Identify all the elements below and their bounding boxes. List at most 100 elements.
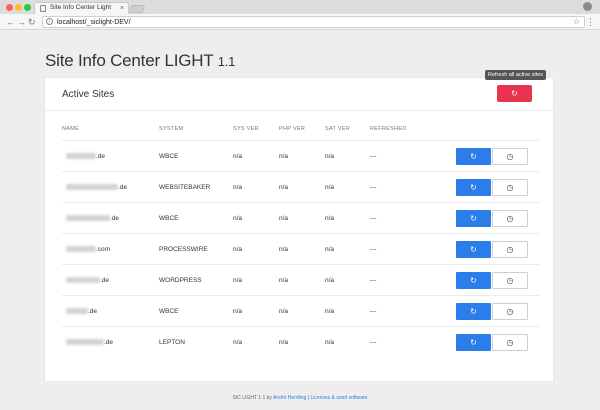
site-refreshed: --- <box>370 277 377 284</box>
browser-window: Site Info Center Light × ← → ↻ i localho… <box>0 0 600 410</box>
site-sat-ver: n/a <box>325 153 335 160</box>
license-link[interactable]: Licenses & used software <box>310 395 367 401</box>
refresh-all-tooltip: Refresh all active sites <box>485 70 547 80</box>
clock-icon: ◷ <box>506 214 514 223</box>
tab-close-icon[interactable]: × <box>120 4 124 14</box>
table-row: .de WBCE n/a n/a n/a --- ↻ ◷ <box>62 295 540 326</box>
history-button[interactable]: ◷ <box>492 272 528 289</box>
site-name: .de <box>66 308 97 315</box>
site-system: LEPTON <box>159 339 185 346</box>
column-header-system: SYSTEM <box>159 126 184 132</box>
minimize-window-button[interactable] <box>15 4 22 11</box>
new-tab-button[interactable] <box>128 5 146 13</box>
column-header-sys-ver: SYS VER <box>233 126 259 132</box>
browser-menu-icon[interactable]: ⋮ <box>586 16 595 28</box>
info-icon[interactable]: i <box>46 18 53 25</box>
column-header-php-ver: PHP VER <box>279 126 306 132</box>
clock-icon: ◷ <box>506 276 514 285</box>
site-system: WORDPRESS <box>159 277 202 284</box>
site-sat-ver: n/a <box>325 246 335 253</box>
site-sat-ver: n/a <box>325 339 335 346</box>
refresh-icon: ↻ <box>470 214 477 223</box>
site-name: .de <box>66 184 127 191</box>
refresh-site-button[interactable]: ↻ <box>456 179 491 196</box>
redacted-name <box>66 153 96 160</box>
back-icon[interactable]: ← <box>6 16 15 28</box>
site-name: .com <box>66 246 110 253</box>
page-content: Site Info Center LIGHT 1.1 Active Sites … <box>0 31 600 410</box>
site-name: .de <box>66 277 109 284</box>
history-button[interactable]: ◷ <box>492 241 528 258</box>
close-window-button[interactable] <box>6 4 13 11</box>
history-button[interactable]: ◷ <box>492 210 528 227</box>
maximize-window-button[interactable] <box>24 4 31 11</box>
refresh-icon: ↻ <box>470 276 477 285</box>
site-sat-ver: n/a <box>325 184 335 191</box>
clock-icon: ◷ <box>506 245 514 254</box>
refresh-icon: ↻ <box>470 338 477 347</box>
site-php-ver: n/a <box>279 246 289 253</box>
history-button[interactable]: ◷ <box>492 303 528 320</box>
refresh-icon: ↻ <box>470 307 477 316</box>
page-title: Site Info Center LIGHT 1.1 <box>45 51 235 71</box>
table-row: .de LEPTON n/a n/a n/a --- ↻ ◷ <box>62 326 540 357</box>
history-button[interactable]: ◷ <box>492 334 528 351</box>
browser-tab[interactable]: Site Info Center Light × <box>34 2 129 14</box>
refresh-site-button[interactable]: ↻ <box>456 210 491 227</box>
site-php-ver: n/a <box>279 215 289 222</box>
refresh-site-button[interactable]: ↻ <box>456 148 491 165</box>
column-header-sat-ver: SAT VER <box>325 126 351 132</box>
history-button[interactable]: ◷ <box>492 148 528 165</box>
page-footer: SIC LIGHT 1.1 by André Herdling | Licens… <box>0 395 600 401</box>
site-sys-ver: n/a <box>233 308 243 315</box>
site-name: .de <box>66 153 105 160</box>
site-refreshed: --- <box>370 215 377 222</box>
site-system: WBCE <box>159 308 179 315</box>
table-row: .de WEBSITEBAKER n/a n/a n/a --- ↻ ◷ <box>62 171 540 202</box>
site-php-ver: n/a <box>279 339 289 346</box>
redacted-name <box>66 339 104 346</box>
tab-bar: Site Info Center Light × <box>0 0 600 14</box>
redacted-name <box>66 308 88 315</box>
refresh-all-button[interactable]: ↻ <box>497 85 532 102</box>
card-header: Active Sites Refresh all active sites ↻ <box>45 70 553 111</box>
site-sat-ver: n/a <box>325 215 335 222</box>
site-sat-ver: n/a <box>325 277 335 284</box>
history-button[interactable]: ◷ <box>492 179 528 196</box>
table-row: .com PROCESSWIRE n/a n/a n/a --- ↻ ◷ <box>62 233 540 264</box>
redacted-name <box>66 277 100 284</box>
site-name: .de <box>66 215 119 222</box>
redacted-name <box>66 184 118 191</box>
page-title-version: 1.1 <box>217 54 236 69</box>
site-sys-ver: n/a <box>233 184 243 191</box>
refresh-site-button[interactable]: ↻ <box>456 303 491 320</box>
reload-icon[interactable]: ↻ <box>28 16 36 28</box>
site-system: WBCE <box>159 215 179 222</box>
tab-title: Site Info Center Light <box>50 4 112 11</box>
site-php-ver: n/a <box>279 184 289 191</box>
refresh-site-button[interactable]: ↻ <box>456 334 491 351</box>
author-link[interactable]: André Herdling <box>273 395 306 401</box>
address-bar[interactable]: i localhost/_siclight-DEV/ ☆ <box>42 16 585 28</box>
refresh-site-button[interactable]: ↻ <box>456 241 491 258</box>
bookmark-star-icon[interactable]: ☆ <box>573 17 580 27</box>
site-refreshed: --- <box>370 308 377 315</box>
redacted-name <box>66 246 96 253</box>
refresh-site-button[interactable]: ↻ <box>456 272 491 289</box>
forward-icon[interactable]: → <box>17 16 26 28</box>
column-header-refreshed: REFRESHED <box>370 126 407 132</box>
refresh-icon: ↻ <box>511 89 518 98</box>
table-row: .de WORDPRESS n/a n/a n/a --- ↻ ◷ <box>62 264 540 295</box>
site-refreshed: --- <box>370 184 377 191</box>
clock-icon: ◷ <box>506 307 514 316</box>
table-row: .de WBCE n/a n/a n/a --- ↻ ◷ <box>62 202 540 233</box>
profile-icon[interactable] <box>583 2 592 11</box>
site-system: WBCE <box>159 153 179 160</box>
site-sys-ver: n/a <box>233 339 243 346</box>
url-text[interactable]: localhost/_siclight-DEV/ <box>57 18 131 27</box>
column-header-name: NAME <box>62 126 80 132</box>
site-sys-ver: n/a <box>233 153 243 160</box>
clock-icon: ◷ <box>506 183 514 192</box>
footer-text: SIC LIGHT 1.1 by <box>232 395 272 401</box>
card-title: Active Sites <box>62 89 115 100</box>
